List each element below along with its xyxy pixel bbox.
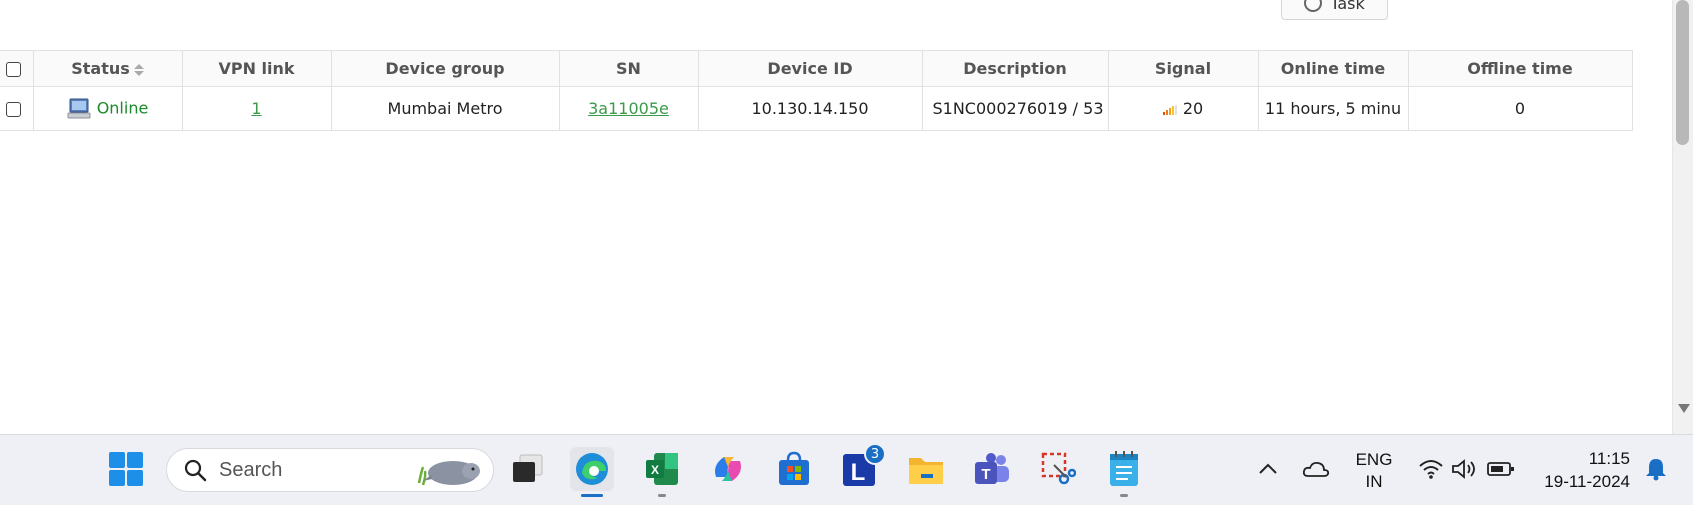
speaker-icon xyxy=(1452,459,1475,479)
device-group-cell: Mumbai Metro xyxy=(331,86,560,131)
column-header-signal[interactable]: Signal xyxy=(1108,50,1259,87)
start-icon xyxy=(109,452,143,486)
column-header-sn[interactable]: SN xyxy=(559,50,699,87)
language-label: ENG xyxy=(1355,450,1393,469)
table-header-row: Status VPN link Device group SN Device I… xyxy=(0,50,1633,87)
status-label: Online xyxy=(96,98,149,117)
manatee-illustration-icon xyxy=(417,461,480,486)
sn-cell: 3a11005e xyxy=(559,86,699,131)
language-indicator[interactable]: ENG IN xyxy=(1350,449,1398,493)
battery-button[interactable] xyxy=(1482,447,1520,491)
copilot-button[interactable] xyxy=(706,447,750,491)
clock[interactable]: 11:15 19-11-2024 xyxy=(1530,447,1630,493)
teams-icon: T xyxy=(975,453,1009,484)
offline-time-cell: 0 xyxy=(1408,86,1633,131)
l-app-button[interactable]: L 3 xyxy=(838,443,886,491)
copilot-icon xyxy=(715,457,741,481)
task-button[interactable]: Task xyxy=(1281,0,1388,20)
select-all-checkbox[interactable] xyxy=(5,62,21,77)
onedrive-cloud-icon xyxy=(1302,461,1330,477)
status-cell: Online xyxy=(33,86,183,131)
row-checkbox[interactable] xyxy=(5,102,21,117)
teams-button[interactable]: T xyxy=(970,447,1014,491)
row-select-cell xyxy=(0,86,34,131)
edge-button[interactable] xyxy=(570,447,614,497)
edge-icon xyxy=(576,453,608,485)
table-row[interactable]: Online 1 Mumbai Metro 3a11005e 10.130.14… xyxy=(0,86,1633,131)
clock-time: 11:15 xyxy=(1588,449,1630,468)
notifications-button[interactable] xyxy=(1638,447,1674,491)
running-indicator xyxy=(1120,494,1128,497)
signal-strength-icon xyxy=(1162,104,1177,115)
svg-text:X: X xyxy=(651,463,659,477)
snipping-tool-icon xyxy=(1041,452,1076,485)
svg-text:T: T xyxy=(981,466,990,483)
wifi-icon xyxy=(1419,460,1443,479)
excel-button[interactable]: X xyxy=(640,447,684,497)
clock-icon xyxy=(1304,0,1323,12)
excel-icon: X xyxy=(646,453,678,485)
column-header-status[interactable]: Status xyxy=(33,50,183,87)
search-icon xyxy=(184,459,207,482)
column-header-device-id[interactable]: Device ID xyxy=(698,50,923,87)
search-label: Search xyxy=(219,458,283,481)
show-hidden-icons-button[interactable] xyxy=(1248,447,1288,491)
snipping-tool-button[interactable] xyxy=(1036,447,1080,491)
device-id-cell: 10.130.14.150 xyxy=(698,86,923,131)
online-time-cell: 11 hours, 5 minu xyxy=(1258,86,1409,131)
column-header-vpn-link[interactable]: VPN link xyxy=(182,50,332,87)
task-view-button[interactable] xyxy=(506,447,550,491)
column-header-device-group[interactable]: Device group xyxy=(331,50,560,87)
column-header-online-time[interactable]: Online time xyxy=(1258,50,1409,87)
chevron-up-icon xyxy=(1259,463,1277,474)
vertical-scrollbar[interactable] xyxy=(1672,0,1693,434)
select-all-header xyxy=(0,50,34,87)
taskbar-search[interactable]: Search xyxy=(166,448,494,492)
description-cell: S1NC000276019 / 53 xyxy=(922,86,1109,131)
column-header-description[interactable]: Description xyxy=(922,50,1109,87)
volume-button[interactable] xyxy=(1446,447,1484,491)
vpn-link[interactable]: 1 xyxy=(251,99,261,118)
notification-badge: 3 xyxy=(864,443,886,465)
onedrive-button[interactable] xyxy=(1296,447,1336,491)
file-explorer-button[interactable] xyxy=(904,447,948,491)
signal-value: 20 xyxy=(1182,99,1204,118)
wifi-button[interactable] xyxy=(1412,447,1450,491)
scroll-down-arrow-icon[interactable] xyxy=(1678,404,1690,413)
battery-icon xyxy=(1487,462,1514,476)
notepad-icon xyxy=(1110,451,1138,486)
task-button-label: Task xyxy=(1330,0,1365,13)
column-header-offline-time[interactable]: Offline time xyxy=(1408,50,1633,87)
device-list-page: Task Status VPN link Device group SN Dev… xyxy=(0,0,1672,434)
scrollbar-thumb[interactable] xyxy=(1676,0,1689,145)
notepad-button[interactable] xyxy=(1102,447,1146,497)
sn-link[interactable]: 3a11005e xyxy=(588,99,669,118)
active-indicator xyxy=(581,494,603,497)
device-table: Status VPN link Device group SN Device I… xyxy=(0,50,1633,131)
task-view-icon xyxy=(513,454,543,482)
signal-cell: 20 xyxy=(1108,86,1259,131)
sort-icon[interactable] xyxy=(133,63,144,76)
bell-icon xyxy=(1646,459,1666,481)
region-label: IN xyxy=(1365,472,1383,491)
store-button[interactable] xyxy=(772,447,816,491)
computer-icon xyxy=(67,98,91,118)
screen: { "toolbar": { "task_label": "Task" }, "… xyxy=(0,0,1693,505)
file-explorer-icon xyxy=(909,458,943,484)
start-button[interactable] xyxy=(104,447,148,491)
running-indicator xyxy=(658,494,666,497)
taskbar: Search X L 3 T ENG IN 11:15 19-11-2024 xyxy=(0,434,1693,505)
clock-date: 19-11-2024 xyxy=(1544,472,1630,491)
column-header-label: Status xyxy=(71,59,130,78)
svg-text:L: L xyxy=(851,459,866,486)
store-icon xyxy=(779,451,809,485)
vpn-link-cell: 1 xyxy=(182,86,332,131)
